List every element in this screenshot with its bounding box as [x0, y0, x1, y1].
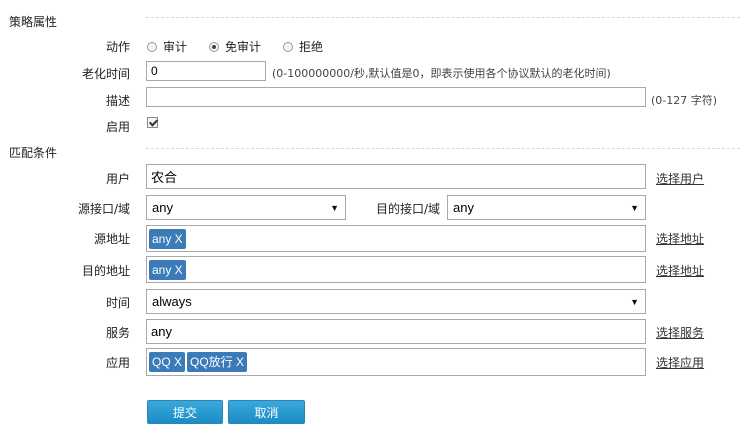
service-value: any	[151, 324, 172, 339]
service-field[interactable]: any	[146, 319, 646, 344]
section-divider	[146, 148, 740, 149]
time-select[interactable]: always ▼	[146, 289, 646, 314]
src-interface-value: any	[152, 200, 173, 215]
aging-hint: (0-100000000/秒,默认值是0，即表示使用各个协议默认的老化时间)	[272, 67, 611, 80]
service-label: 服务	[105, 326, 130, 340]
application-label: 应用	[105, 356, 130, 370]
match-section-title: 匹配条件	[9, 146, 58, 160]
action-option-label: 拒绝	[299, 40, 324, 54]
radio-icon[interactable]	[147, 41, 157, 52]
action-option-label: 免审计	[225, 40, 262, 54]
description-input[interactable]	[146, 87, 646, 107]
action-option-no-audit[interactable]: 免审计	[209, 38, 261, 55]
dropdown-caret-icon: ▼	[630, 296, 639, 307]
user-field[interactable]: 农合	[146, 164, 646, 189]
submit-button[interactable]: 提交	[147, 400, 223, 424]
time-label: 时间	[105, 296, 130, 310]
select-dst-address-link[interactable]: 选择地址	[656, 262, 704, 279]
dst-interface-label: 目的接口/域	[375, 202, 440, 216]
policy-section-title: 策略属性	[9, 15, 58, 29]
src-interface-label: 源接口/域	[77, 202, 130, 216]
time-value: always	[152, 294, 192, 309]
select-application-link[interactable]: 选择应用	[656, 354, 704, 371]
dst-address-tag[interactable]: any X	[149, 259, 186, 280]
enable-label: 启用	[105, 120, 130, 134]
section-divider	[146, 17, 740, 18]
application-field[interactable]: QQ X QQ放行 X	[146, 348, 646, 376]
src-address-tag[interactable]: any X	[149, 228, 186, 249]
user-value: 农合	[151, 170, 178, 185]
dst-interface-select[interactable]: any ▼	[447, 195, 646, 220]
action-radio-group: 审计 免审计 拒绝	[147, 38, 345, 55]
application-tag[interactable]: QQ X	[149, 352, 186, 372]
dropdown-caret-icon: ▼	[630, 202, 639, 213]
src-interface-select[interactable]: any ▼	[146, 195, 346, 220]
aging-label: 老化时间	[81, 67, 130, 81]
action-option-audit[interactable]: 审计	[147, 38, 187, 55]
dropdown-caret-icon: ▼	[330, 202, 339, 213]
dst-address-label: 目的地址	[81, 264, 130, 278]
select-user-link[interactable]: 选择用户	[656, 170, 704, 187]
select-src-address-link[interactable]: 选择地址	[656, 230, 704, 247]
user-label: 用户	[105, 172, 130, 186]
action-option-label: 审计	[163, 40, 188, 54]
dst-interface-value: any	[453, 200, 474, 215]
action-label: 动作	[105, 40, 130, 54]
application-tag[interactable]: QQ放行 X	[187, 352, 248, 372]
src-address-label: 源地址	[93, 232, 130, 246]
src-address-field[interactable]: any X	[146, 225, 646, 252]
aging-input[interactable]	[146, 61, 266, 81]
radio-icon[interactable]	[283, 41, 294, 52]
cancel-button[interactable]: 取消	[228, 400, 305, 424]
description-label: 描述	[105, 94, 130, 108]
select-service-link[interactable]: 选择服务	[656, 324, 704, 341]
dst-address-field[interactable]: any X	[146, 256, 646, 283]
description-hint: (0-127 字符)	[651, 94, 718, 107]
radio-checked-icon[interactable]	[209, 41, 220, 52]
enable-checkbox[interactable]	[147, 117, 158, 128]
action-option-reject[interactable]: 拒绝	[283, 38, 323, 55]
